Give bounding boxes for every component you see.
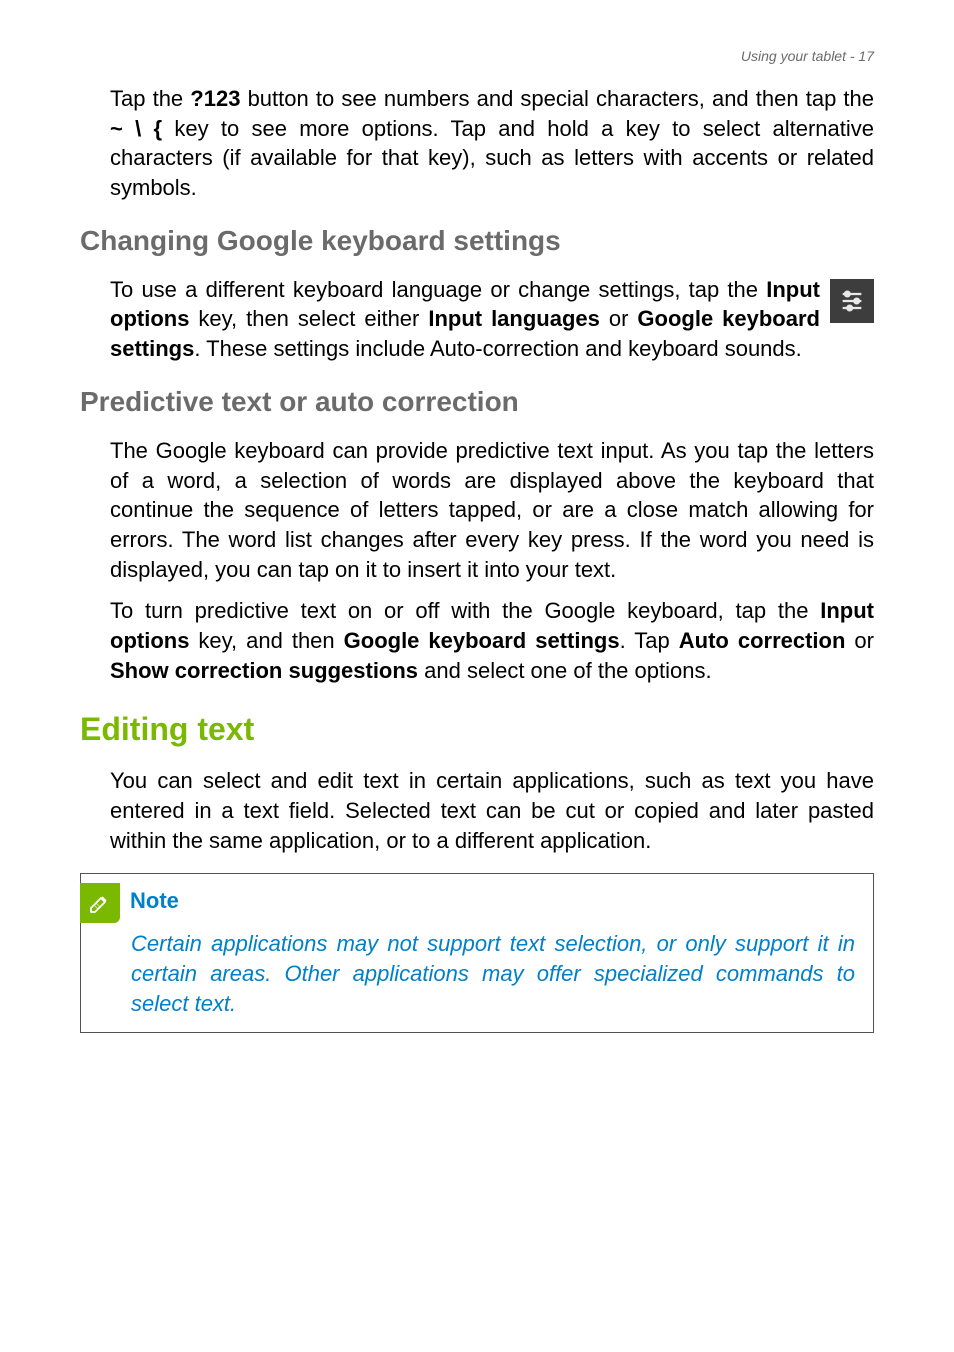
page-header: Using your tablet - 17 <box>80 48 874 64</box>
key-label-symbols: ~ \ { <box>110 116 162 141</box>
page: Using your tablet - 17 Tap the ?123 butt… <box>0 0 954 1352</box>
note-title: Note <box>130 884 179 914</box>
text: and select one of the options. <box>418 658 712 683</box>
label-google-keyboard-settings: Google keyboard settings <box>344 628 620 653</box>
predictive-paragraph-2: To turn predictive text on or off with t… <box>80 596 874 685</box>
input-options-icon <box>830 279 874 323</box>
text: button to see numbers and special charac… <box>240 86 874 111</box>
label-show-suggestions: Show correction suggestions <box>110 658 418 683</box>
text: To turn predictive text on or off with t… <box>110 598 820 623</box>
settings-paragraph: To use a different keyboard language or … <box>80 275 874 364</box>
text: or <box>600 306 638 331</box>
text: key, and then <box>189 628 343 653</box>
label-auto-correction: Auto correction <box>679 628 846 653</box>
text: Tap the <box>110 86 190 111</box>
intro-paragraph: Tap the ?123 button to see numbers and s… <box>80 84 874 203</box>
label-input-languages: Input languages <box>428 306 600 331</box>
text: or <box>845 628 874 653</box>
text: key to see more options. Tap and hold a … <box>110 116 874 200</box>
predictive-paragraph-1: The Google keyboard can provide predicti… <box>80 436 874 584</box>
text: To use a different keyboard language or … <box>110 277 766 302</box>
note-body: Certain applications may not support tex… <box>81 923 873 1032</box>
text: . These settings include Auto-correction… <box>194 336 801 361</box>
text: . Tap <box>620 628 679 653</box>
key-label-q123: ?123 <box>190 86 240 111</box>
editing-paragraph: You can select and edit text in certain … <box>80 766 874 855</box>
heading-predictive-text: Predictive text or auto correction <box>80 386 874 418</box>
heading-changing-settings: Changing Google keyboard settings <box>80 225 874 257</box>
note-header: Note <box>81 874 873 923</box>
note-box: Note Certain applications may not suppor… <box>80 873 874 1033</box>
text: key, then select either <box>189 306 428 331</box>
heading-editing-text: Editing text <box>80 711 874 748</box>
note-icon <box>80 883 120 923</box>
